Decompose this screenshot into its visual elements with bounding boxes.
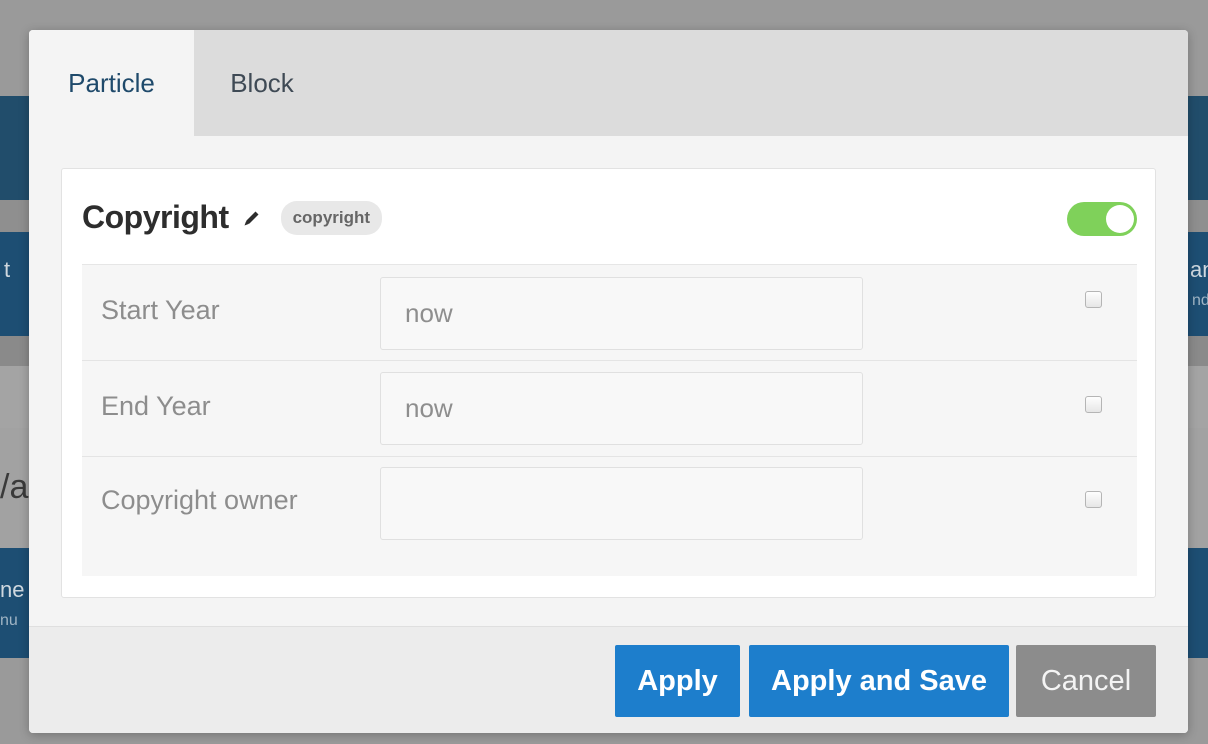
start-year-override-checkbox[interactable] [1085, 291, 1102, 308]
field-row-end-year: End Year [82, 361, 1137, 457]
particle-enabled-toggle[interactable] [1067, 202, 1137, 236]
apply-and-save-button[interactable]: Apply and Save [749, 645, 1009, 717]
pencil-icon[interactable] [241, 207, 263, 229]
background-text-fragment: ne [0, 577, 25, 602]
start-year-input[interactable] [380, 277, 863, 350]
modal-footer: Apply Apply and Save Cancel [29, 626, 1188, 733]
background-text-fragment: /a [0, 468, 29, 506]
tab-block[interactable]: Block [194, 30, 330, 136]
field-label: Start Year [101, 295, 220, 325]
field-label: End Year [101, 391, 211, 421]
end-year-input[interactable] [380, 372, 863, 445]
particle-card: Copyright copyright Start Year End Year [61, 168, 1156, 598]
modal-tab-bar: Particle Block [29, 30, 1188, 136]
field-row-start-year: Start Year [82, 265, 1137, 361]
particle-settings-modal: Particle Block Copyright copyright Start… [29, 30, 1188, 733]
cancel-button[interactable]: Cancel [1016, 645, 1156, 717]
background-text-fragment: t [4, 257, 11, 282]
end-year-override-checkbox[interactable] [1085, 396, 1102, 413]
apply-button[interactable]: Apply [615, 645, 740, 717]
particle-header: Copyright copyright [82, 199, 383, 236]
particle-fields: Start Year End Year Copyright owner [82, 264, 1137, 576]
particle-title: Copyright [82, 199, 229, 235]
field-label: Copyright owner [101, 485, 298, 515]
background-text-fragment: an [1190, 257, 1208, 282]
background-text-fragment: nd [1192, 292, 1208, 309]
particle-type-badge: copyright [280, 200, 383, 235]
toggle-knob [1106, 205, 1134, 233]
copyright-owner-override-checkbox[interactable] [1085, 491, 1102, 508]
tab-particle[interactable]: Particle [29, 30, 194, 136]
copyright-owner-input[interactable] [380, 467, 863, 540]
background-text-fragment: nu [0, 612, 18, 629]
field-row-copyright-owner: Copyright owner [82, 457, 1137, 553]
